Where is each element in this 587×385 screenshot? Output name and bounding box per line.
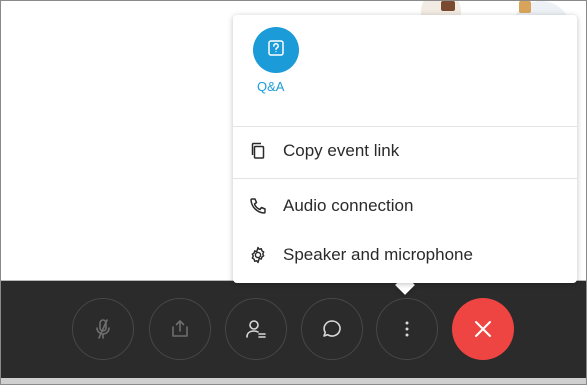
menu-item-speaker-and-microphone[interactable]: Speaker and microphone <box>233 233 577 277</box>
copy-icon <box>247 142 269 160</box>
close-icon <box>473 319 493 339</box>
menu-item-label: Speaker and microphone <box>283 245 473 264</box>
more-options-menu: Q&A Copy event link Audio connection Spe… <box>233 15 577 283</box>
gear-icon <box>247 246 269 264</box>
participants-icon <box>244 317 268 341</box>
leave-meeting-button[interactable] <box>452 298 514 360</box>
qa-button[interactable] <box>253 27 299 73</box>
share-icon <box>169 318 191 340</box>
share-button[interactable] <box>149 298 211 360</box>
participants-button[interactable] <box>225 298 287 360</box>
menu-divider <box>233 178 577 179</box>
menu-item-label: Audio connection <box>283 196 414 215</box>
menu-divider <box>233 126 577 127</box>
window-bottom-edge <box>1 378 586 384</box>
menu-item-label: Copy event link <box>283 141 400 160</box>
more-options-button[interactable] <box>376 298 438 360</box>
chat-icon <box>321 318 343 340</box>
menu-item-copy-event-link[interactable]: Copy event link <box>233 129 577 173</box>
qa-label[interactable]: Q&A <box>257 79 284 94</box>
meeting-window: Q&A Copy event link Audio connection Spe… <box>0 0 587 385</box>
question-icon <box>267 39 285 62</box>
more-options-icon <box>404 320 410 338</box>
mute-button[interactable] <box>72 298 134 360</box>
menu-item-audio-connection[interactable]: Audio connection <box>233 184 577 228</box>
chat-button[interactable] <box>301 298 363 360</box>
microphone-muted-icon <box>92 318 114 340</box>
phone-icon <box>247 197 269 215</box>
